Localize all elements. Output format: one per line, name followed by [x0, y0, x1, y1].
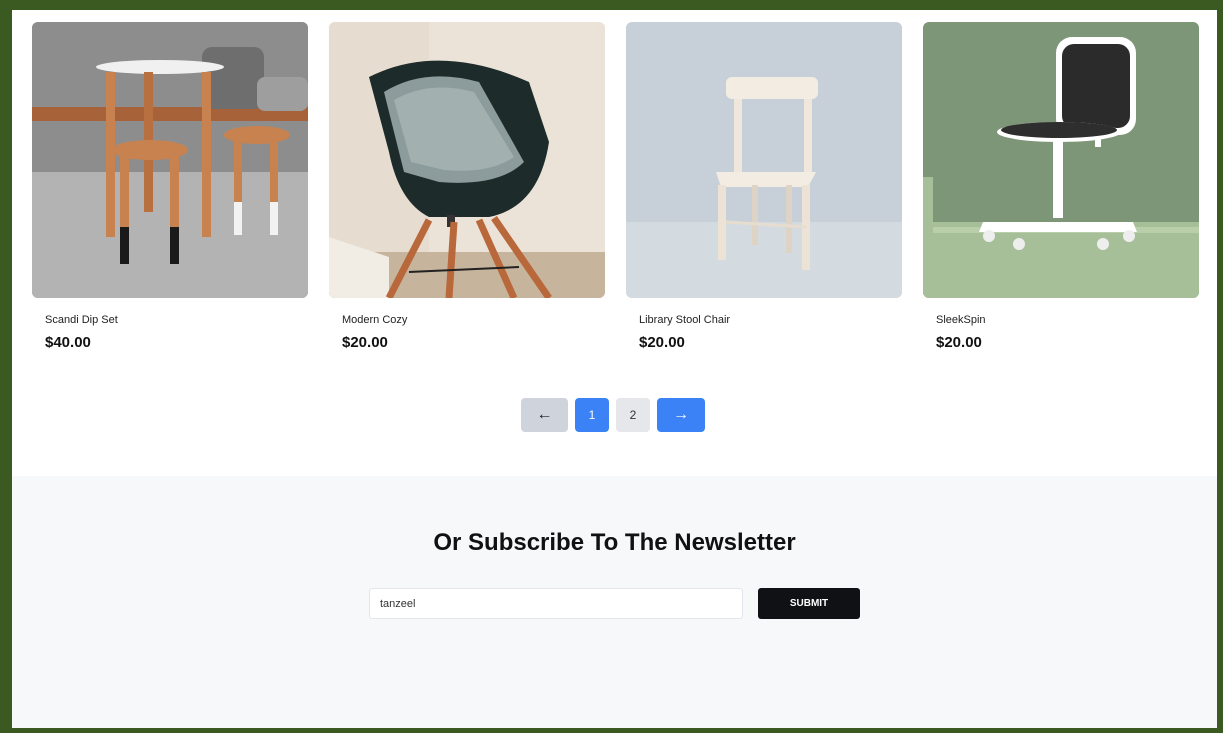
- page: Scandi Dip Set $40.00 Modern Cozy $20.00…: [12, 10, 1217, 728]
- page-button-1[interactable]: 1: [575, 398, 609, 432]
- product-price: $20.00: [639, 334, 685, 351]
- product-grid: Scandi Dip Set $40.00 Modern Cozy $20.00…: [32, 22, 1199, 351]
- product-card[interactable]: Modern Cozy $20.00: [329, 22, 605, 351]
- product-name[interactable]: Modern Cozy: [342, 314, 605, 326]
- newsletter-title: Or Subscribe To The Newsletter: [433, 529, 796, 556]
- previous-page-button[interactable]: ←: [521, 398, 568, 432]
- pagination: ← 1 2 →: [521, 398, 705, 432]
- product-card[interactable]: Library Stool Chair $20.00: [626, 22, 902, 351]
- product-price: $20.00: [936, 334, 982, 351]
- newsletter-section: Or Subscribe To The Newsletter SUBMIT: [12, 476, 1217, 728]
- submit-button[interactable]: SUBMIT: [758, 588, 860, 619]
- product-image[interactable]: [923, 22, 1199, 298]
- product-price: $40.00: [45, 334, 91, 351]
- product-name[interactable]: Scandi Dip Set: [45, 314, 308, 326]
- newsletter-email-input[interactable]: [369, 588, 743, 619]
- product-image[interactable]: [329, 22, 605, 298]
- arrow-left-icon: ←: [536, 406, 553, 423]
- product-image[interactable]: [32, 22, 308, 298]
- product-card[interactable]: Scandi Dip Set $40.00: [32, 22, 308, 351]
- product-card[interactable]: SleekSpin $20.00: [923, 22, 1199, 351]
- page-button-2[interactable]: 2: [616, 398, 650, 432]
- product-price: $20.00: [342, 334, 388, 351]
- product-name[interactable]: Library Stool Chair: [639, 314, 902, 326]
- product-image[interactable]: [626, 22, 902, 298]
- next-page-button[interactable]: →: [657, 398, 705, 432]
- arrow-right-icon: →: [673, 406, 689, 423]
- product-name[interactable]: SleekSpin: [936, 314, 1199, 326]
